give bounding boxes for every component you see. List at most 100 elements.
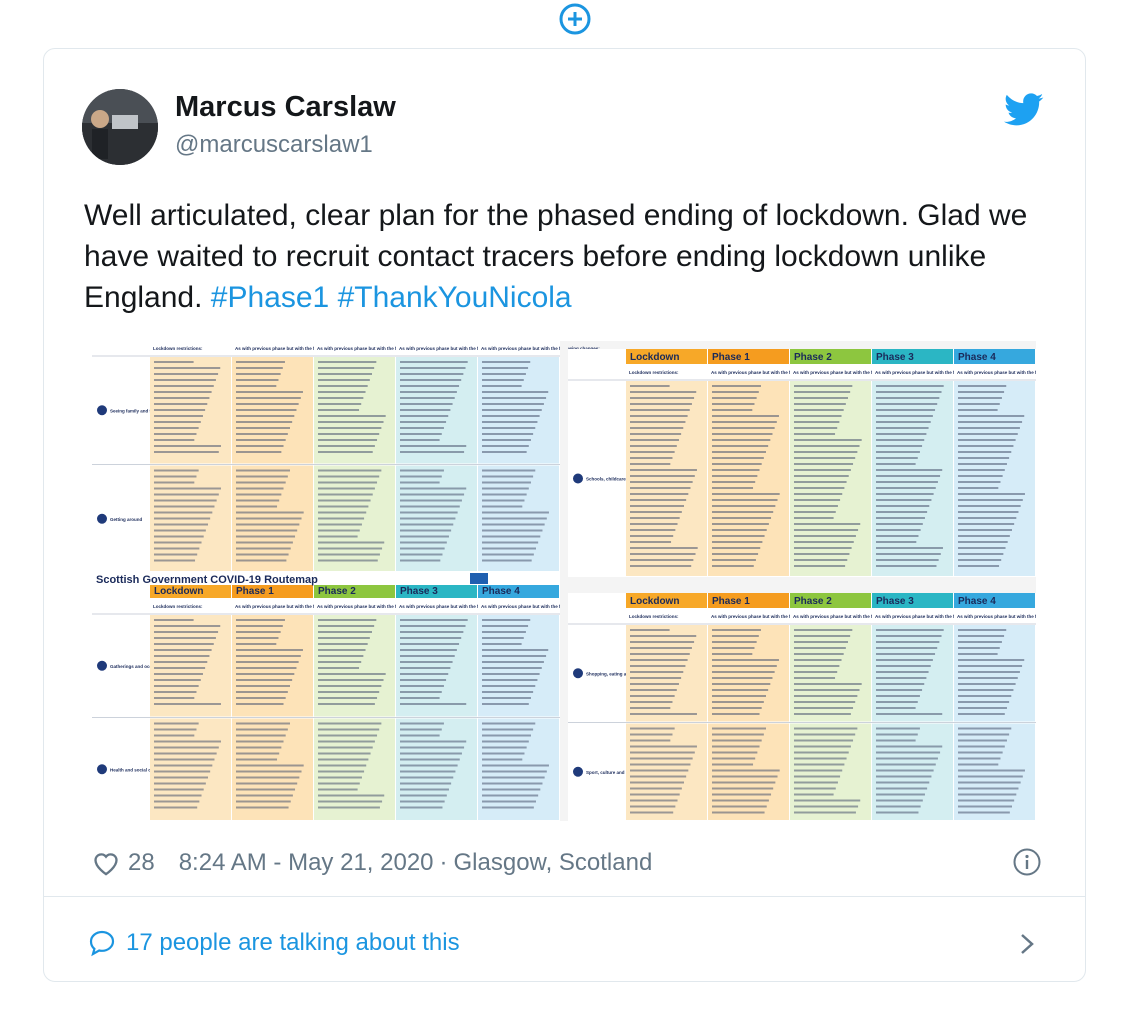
panel-br-cell-text-line: [876, 739, 916, 742]
panel-tl-cell-text-line: [400, 445, 467, 447]
panel-br-cell-text-line: [876, 713, 943, 715]
heart-icon[interactable]: [92, 850, 120, 876]
hashtag-phase1[interactable]: #Phase1: [211, 281, 329, 314]
tweet-card[interactable]: Marcus Carslaw @marcuscarslaw1 Well arti…: [43, 48, 1086, 982]
panel-tr-cell-text-line: [630, 397, 695, 399]
conversation-link[interactable]: 17 people are talking about this: [88, 925, 460, 961]
tweet-timestamp[interactable]: 8:24 AM - May 21, 2020: [179, 849, 434, 877]
panel-tl-cell-text-line: [318, 373, 372, 375]
panel-tr-cell-text-line: [630, 451, 675, 453]
panel-br-cell-text-line: [958, 763, 999, 766]
panel-tl-cell-text-line: [400, 505, 460, 508]
panel-tr-cell-text-line: [712, 433, 773, 435]
chevron-right-icon[interactable]: [1016, 929, 1038, 959]
tweet-location[interactable]: Glasgow, Scotland: [454, 849, 653, 877]
panel-tl-cell-text-line: [400, 487, 467, 490]
panel-tr-cell-text-line: [794, 427, 838, 429]
panel-tr-row-icon: [573, 473, 583, 484]
panel-br-cell-text-line: [958, 799, 1015, 802]
avatar[interactable]: [82, 89, 158, 165]
panel-tl-cell-text-line: [154, 427, 199, 429]
panel-bl-cell-text-line: [154, 740, 221, 743]
panel-bl-cell-text-line: [318, 661, 362, 663]
panel-tr-cell-text-line: [712, 475, 758, 477]
panel-tl-cell-text-line: [400, 493, 465, 496]
panel-bl-cell-text-line: [154, 649, 212, 651]
panel-tr-cell-text-line: [712, 481, 756, 483]
panel-tr-cell-text-line: [712, 547, 761, 549]
saltire-flag: [470, 573, 488, 584]
panel-tr-cell-text-line: [794, 439, 862, 441]
info-icon[interactable]: [1012, 847, 1042, 877]
panel-br-cell-text-line: [712, 769, 780, 772]
panel-bl-cell-text-line: [236, 794, 293, 797]
panel-tl-cell-text-line: [154, 469, 199, 472]
panel-bl-cell-text-line: [482, 679, 538, 681]
panel-tl-cell-text-line: [236, 505, 278, 508]
panel-br-cell-text-line: [712, 635, 759, 637]
panel-tl-cell-text-line: [154, 451, 219, 453]
panel-br-cell-text-line: [630, 665, 686, 667]
panel-br-header-label: Phase 1: [712, 596, 750, 607]
panel-tl-cell-text-line: [318, 451, 373, 453]
twitter-bird-icon[interactable]: [1004, 93, 1044, 127]
panel-tr-cell-text-line: [630, 529, 676, 531]
panel-tl-cell-text-line: [482, 367, 529, 369]
panel-br-cell-text-line: [712, 781, 776, 784]
panel-br-cell-text-line: [630, 659, 688, 661]
panel-tr-cell-text-line: [876, 535, 919, 537]
tweet-media-image[interactable]: Lockdown restrictions: As with previous p…: [92, 341, 1036, 821]
tweet-text: Well articulated, clear plan for the pha…: [84, 195, 1054, 318]
panel-br-cell-text-line: [794, 799, 861, 802]
panel-br-cell-text-line: [958, 629, 1007, 631]
panel-tl-cell-text-line: [482, 397, 547, 399]
panel-tr-cell-text-line: [712, 535, 765, 537]
panel-tr-cell-text-line: [876, 547, 943, 549]
panel-bl-cell-text-line: [154, 631, 219, 633]
panel-bl-cell-text-line: [482, 782, 543, 785]
panel-tl-cell-text-line: [400, 373, 464, 375]
panel-bl-cell-text-line: [318, 619, 377, 621]
panel-tr-cell-text-line: [712, 397, 757, 399]
author-handle[interactable]: @marcuscarslaw1: [175, 131, 373, 159]
like-count[interactable]: 28: [128, 849, 155, 877]
panel-tr-cell-text-line: [876, 403, 938, 405]
panel-tl-cell-text-line: [482, 475, 534, 478]
panel-bl-cell-text-line: [400, 788, 449, 791]
panel-br-cell-text-line: [630, 707, 671, 709]
panel-br-cell-text-line: [794, 635, 851, 637]
panel-tr-cell-text-line: [794, 535, 856, 537]
panel-tr-cell-text-line: [794, 511, 836, 513]
plus-circle-icon[interactable]: [558, 2, 592, 36]
panel-bl-cell-text-line: [154, 782, 206, 785]
panel-bl-cell-text-line: [482, 697, 531, 699]
panel-tr-cell-text-line: [958, 463, 1007, 465]
panel-tr-cell-text-line: [630, 433, 682, 435]
panel-tl-cell-text-line: [154, 487, 221, 490]
hashtag-thankyounicola[interactable]: #ThankYouNicola: [338, 281, 572, 314]
panel-br-header-label: Phase 3: [876, 596, 914, 607]
panel-tl-cell-text-line: [154, 535, 204, 538]
panel-tl-cell-text-line: [400, 415, 449, 417]
author-name[interactable]: Marcus Carslaw: [175, 91, 396, 124]
panel-bl-header-label: Lockdown: [154, 586, 203, 597]
panel-tl-cell-text-line: [400, 391, 457, 393]
panel-tl-cell-text-line: [236, 541, 293, 544]
panel-bl-cell-text-line: [482, 734, 531, 737]
panel-tl-cell-text-line: [482, 361, 531, 363]
panel-tl-cell-text-line: [236, 403, 299, 405]
panel-tr-cell-text-line: [876, 487, 936, 489]
panel-tr-cell-text-line: [630, 535, 674, 537]
panel-br-cell-text-line: [876, 793, 925, 796]
panel-bl-row-icon: [97, 660, 107, 671]
conversation-label: 17 people are talking about this: [126, 929, 460, 956]
panel-tl-cell-text-line: [154, 559, 196, 562]
panel-tl-cell-text-line: [400, 397, 455, 399]
panel-br-cell-text-line: [958, 733, 1010, 736]
panel-br-cell-text-line: [958, 787, 1019, 790]
panel-tr-cell-text-line: [958, 391, 1005, 393]
panel-tl-cell-text-line: [236, 553, 289, 556]
panel-tr-cell-text-line: [876, 559, 939, 561]
panel-br-cell-text-line: [876, 671, 929, 673]
panel-tl-cell-text-line: [236, 391, 303, 393]
